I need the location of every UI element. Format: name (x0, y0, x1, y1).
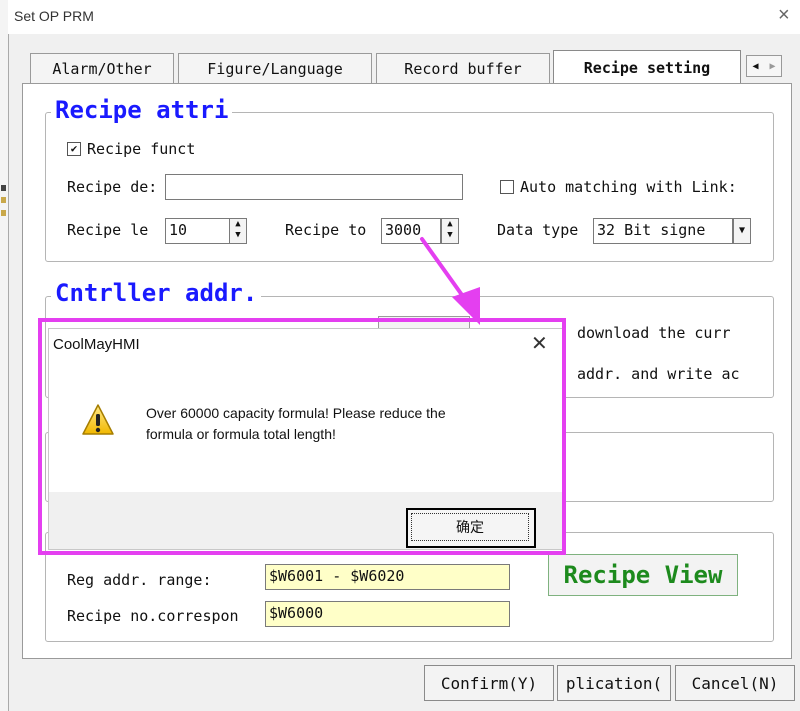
recipe-function-checkbox[interactable]: ✔ (67, 142, 81, 156)
highlight-frame (38, 318, 566, 555)
recipe-attributes-title: Recipe attri (51, 96, 233, 124)
recipe-length-label: Recipe le (67, 221, 149, 239)
recipe-no-label: Recipe no.correspon (67, 607, 239, 625)
edge-mark (1, 197, 6, 203)
dialog-title: Set OP PRM (14, 8, 94, 24)
controller-address-title: Cntrller addr. (51, 279, 262, 307)
recipe-length-input[interactable]: 10 (165, 218, 231, 244)
data-type-label: Data type (497, 221, 579, 239)
annotation-arrow-icon (420, 237, 480, 325)
apply-button[interactable]: plication( (557, 665, 671, 701)
tab-recipe-setting[interactable]: Recipe setting (553, 50, 741, 85)
recipe-desc-label: Recipe de: (67, 178, 158, 196)
tab-label: Alarm/Other (52, 60, 152, 78)
recipe-desc-input[interactable] (165, 174, 463, 200)
tab-label: Figure/Language (207, 60, 343, 78)
tab-label: Recipe setting (583, 59, 711, 77)
auto-match-label: Auto matching with Link: (520, 178, 737, 196)
data-type-select[interactable]: 32 Bit signe (593, 218, 733, 244)
tab-label: Record buffer (404, 60, 522, 78)
tab-scroll-buttons: ◀ ▶ (746, 55, 782, 77)
chevron-down-icon[interactable]: ▼ (733, 218, 751, 244)
tab-scroll-left-icon[interactable]: ◀ (747, 56, 764, 76)
recipe-function-label: Recipe funct (87, 140, 196, 158)
addr-write-text: addr. and write ac (577, 365, 740, 383)
tab-figure-language[interactable]: Figure/Language (178, 53, 372, 84)
auto-match-checkbox[interactable] (500, 180, 514, 194)
recipe-view-button[interactable]: Recipe View (548, 554, 738, 596)
confirm-button[interactable]: Confirm(Y) (424, 665, 554, 701)
reg-range-label: Reg addr. range: (67, 571, 212, 589)
tab-record-buffer[interactable]: Record buffer (376, 53, 550, 84)
edge-mark (1, 185, 6, 191)
dialog-titlebar: Set OP PRM × (8, 0, 800, 34)
background-window-edge (0, 0, 8, 711)
edge-mark (1, 210, 6, 216)
close-icon[interactable]: × (778, 4, 790, 27)
recipe-no-input[interactable]: $W6000 (265, 601, 510, 627)
recipe-length-spinner[interactable]: ▲ ▼ (229, 218, 247, 244)
tab-alarm-other[interactable]: Alarm/Other (30, 53, 174, 84)
download-text: download the curr (577, 324, 731, 342)
recipe-total-label: Recipe to (285, 221, 367, 239)
tab-scroll-right-icon[interactable]: ▶ (764, 56, 781, 76)
cancel-button[interactable]: Cancel(N) (675, 665, 795, 701)
reg-range-input[interactable]: $W6001 - $W6020 (265, 564, 510, 590)
